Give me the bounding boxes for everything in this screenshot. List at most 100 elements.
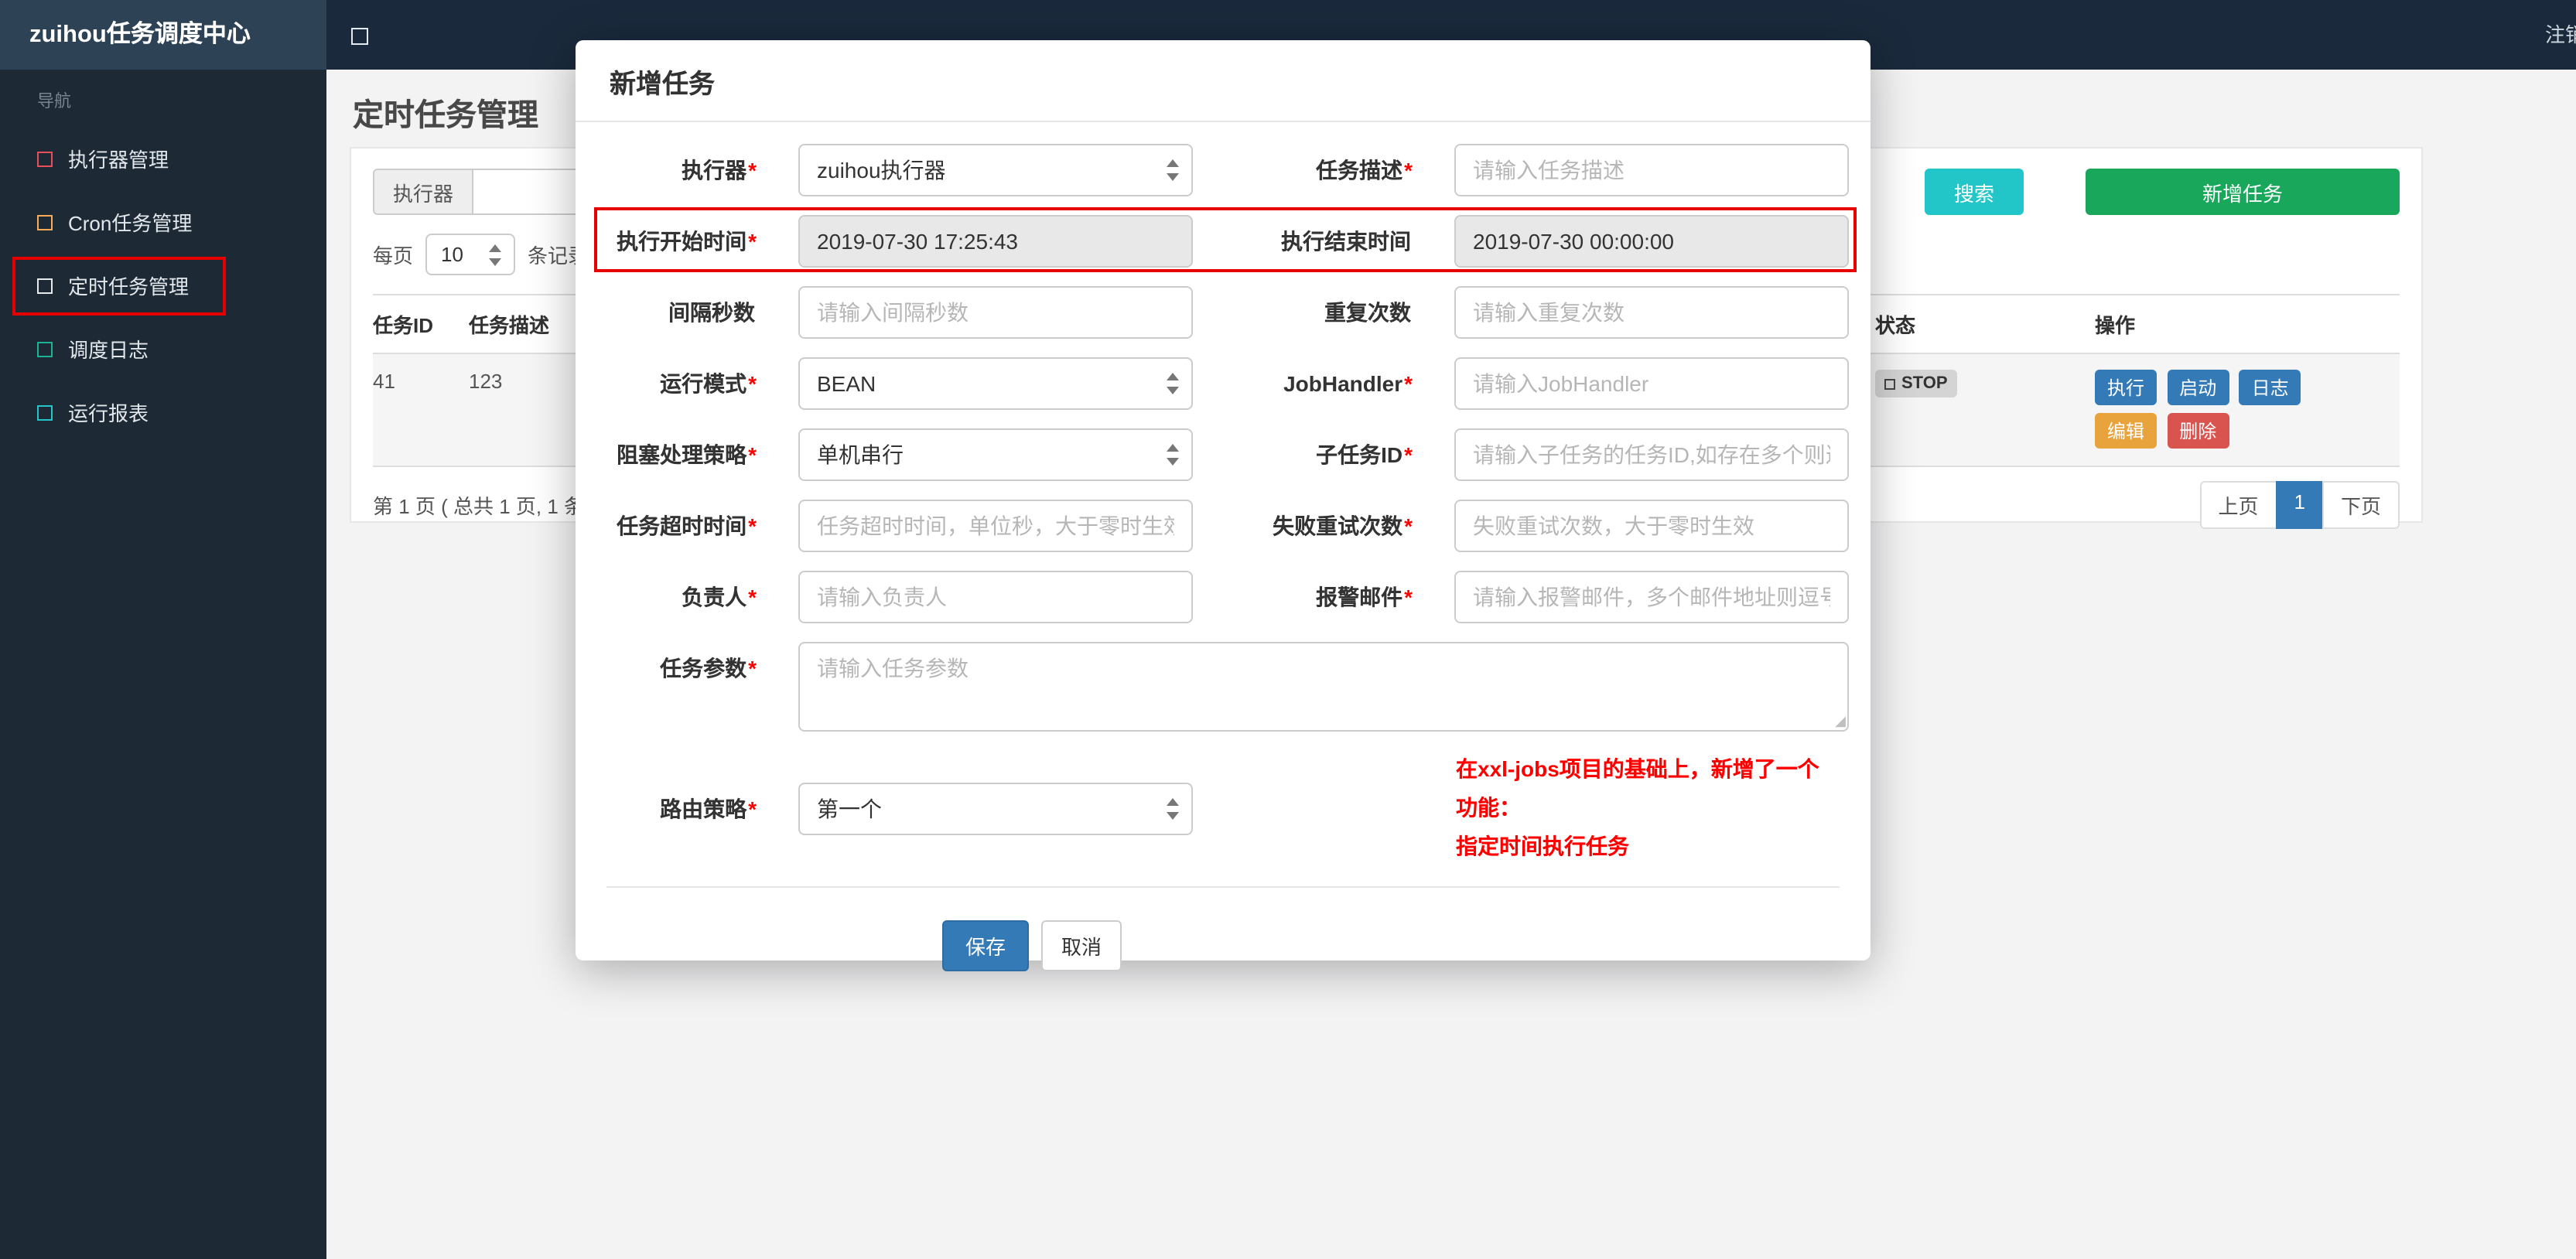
status-badge: STOP [1875, 370, 1957, 397]
form-row-2: 执行开始时间* 执行结束时间 [606, 215, 1849, 268]
alarm-email-label: 报警邮件 * [1316, 585, 1413, 609]
cell-actions: 执行 启动 日志 编辑 删除 [2095, 353, 2400, 467]
timed-task-icon [37, 278, 53, 293]
retry-count-label: 失败重试次数 * [1273, 513, 1413, 538]
pagination-page-1[interactable]: 1 [2275, 481, 2324, 529]
job-desc-input[interactable] [1454, 144, 1849, 196]
repeat-count-input[interactable] [1454, 286, 1849, 339]
executor-label: 执行器 * [682, 158, 757, 183]
cancel-button[interactable]: 取消 [1041, 920, 1122, 971]
add-task-button[interactable]: 新增任务 [2086, 169, 2400, 215]
form-row-4: 运行模式 * BEAN JobHandler * [606, 357, 1849, 410]
block-strategy-select[interactable]: 单机串行 [798, 428, 1193, 481]
action-execute-button[interactable]: 执行 [2095, 370, 2157, 405]
sidebar-item-label: 执行器管理 [68, 148, 169, 172]
logout-link[interactable]: 注销 [2545, 0, 2576, 70]
child-job-input[interactable] [1454, 428, 1849, 481]
select-arrows-icon [1165, 797, 1180, 820]
end-time-input[interactable] [1454, 215, 1849, 268]
sidebar-item-executor-manage[interactable]: 执行器管理 [0, 127, 326, 190]
retry-count-input[interactable] [1454, 500, 1849, 552]
job-param-textarea[interactable] [798, 642, 1849, 732]
dispatch-log-icon [37, 341, 53, 357]
form-row-6: 任务超时时间* 失败重试次数* [606, 500, 1849, 552]
sidebar-item-label: Cron任务管理 [68, 212, 193, 235]
route-strategy-label: 路由策略 * [660, 796, 757, 821]
sidebar-item-cron-task-manage[interactable]: Cron任务管理 [0, 190, 326, 254]
status-text: STOP [1901, 374, 1948, 393]
search-button[interactable]: 搜索 [1924, 169, 2024, 215]
modal-body: 执行器* zuihou执行器 任务描述* 执行开始时间* 执行结束时间 [576, 122, 1871, 971]
action-start-button[interactable]: 启动 [2167, 370, 2229, 405]
sidebar-nav-label: 导航 [37, 93, 71, 111]
form-row-7: 负责人* 报警邮件* [606, 571, 1849, 623]
sidebar-item-run-report[interactable]: 运行报表 [0, 380, 326, 444]
sidebar-menu: 执行器管理 Cron任务管理 定时任务管理 调度日志 运行报表 [0, 127, 326, 444]
modal-footer: 保存 取消 [606, 887, 1840, 971]
col-actions: 操作 [2095, 294, 2400, 354]
action-log-button[interactable]: 日志 [2239, 370, 2301, 405]
alarm-email-input[interactable] [1454, 571, 1849, 623]
action-delete-button[interactable]: 删除 [2167, 413, 2229, 449]
timeout-input[interactable] [798, 500, 1193, 552]
per-page-prefix: 每页 [373, 244, 414, 268]
cron-task-icon [37, 214, 53, 230]
owner-input[interactable] [798, 571, 1193, 623]
select-arrows-icon [1165, 159, 1180, 181]
cell-task-id: 41 [373, 353, 469, 467]
select-arrows-icon [1165, 444, 1180, 466]
jobhandler-input[interactable] [1454, 357, 1849, 410]
form-row-3: 间隔秒数 重复次数 [606, 286, 1849, 339]
run-mode-select[interactable]: BEAN [798, 357, 1193, 410]
start-time-label: 执行开始时间 * [617, 229, 757, 254]
owner-label: 负责人 * [682, 585, 757, 609]
feature-note: 在xxl-jobs项目的基础上，新增了一个功能： 指定时间执行任务 [1456, 750, 1840, 867]
pagination: 上页 1 下页 [2199, 481, 2400, 529]
sidebar-item-dispatch-log[interactable]: 调度日志 [0, 317, 326, 380]
add-task-modal: 新增任务 执行器* zuihou执行器 任务描述* 执行开始时间* [576, 40, 1871, 971]
save-button[interactable]: 保存 [942, 920, 1030, 971]
route-strategy-select[interactable]: 第一个 [798, 782, 1193, 835]
interval-input[interactable] [798, 286, 1193, 339]
run-mode-label: 运行模式 * [660, 371, 757, 396]
select-arrows-icon [487, 244, 503, 265]
pagination-next[interactable]: 下页 [2321, 481, 2400, 529]
sidebar: 导航 执行器管理 Cron任务管理 定时任务管理 调度日志 运行报表 [0, 70, 326, 1259]
modal-title: 新增任务 [576, 40, 1871, 122]
executor-filter-addon: 执行器 [373, 169, 473, 215]
action-edit-button[interactable]: 编辑 [2095, 413, 2157, 449]
stop-icon [1884, 378, 1895, 389]
select-arrows-icon [1165, 373, 1180, 394]
pagination-prev[interactable]: 上页 [2199, 481, 2277, 529]
page-title: 定时任务管理 [353, 99, 538, 133]
form-row-9: 路由策略 * 第一个 在xxl-jobs项目的基础上，新增了一个功能： 指定时间执… [606, 750, 1840, 867]
job-param-label: 任务参数 * [660, 656, 757, 681]
col-status: 状态 [1875, 294, 2095, 354]
per-page-value: 10 [441, 243, 463, 266]
form-row-5: 阻塞处理策略 * 单机串行 子任务ID * [606, 428, 1849, 481]
run-report-icon [37, 404, 53, 420]
sidebar-item-label: 定时任务管理 [68, 275, 190, 299]
cell-status: STOP [1875, 353, 2095, 467]
job-desc-label: 任务描述 * [1316, 158, 1413, 183]
app-root: zuihou任务调度中心 注销 导航 执行器管理 Cron任务管理 定时任务管理… [0, 0, 2576, 1259]
col-task-id: 任务ID [373, 294, 469, 354]
per-page-select[interactable]: 10 [425, 234, 516, 275]
form-row-1: 执行器 * zuihou执行器 任务描述 * [606, 144, 1849, 196]
feature-note-line2: 指定时间执行任务 [1456, 834, 1629, 859]
executor-manage-icon [37, 151, 53, 166]
end-time-label: 执行结束时间 [1281, 229, 1411, 254]
sidebar-item-timed-task-manage[interactable]: 定时任务管理 [0, 254, 326, 317]
executor-select[interactable]: zuihou执行器 [798, 144, 1193, 196]
action-line-1: 执行 启动 日志 [2095, 370, 2387, 413]
start-time-input[interactable] [798, 215, 1193, 268]
sidebar-toggle-icon[interactable] [351, 28, 368, 45]
timeout-label: 任务超时时间 * [617, 513, 757, 538]
app-brand: zuihou任务调度中心 [0, 0, 326, 70]
repeat-count-label: 重复次数 [1324, 300, 1411, 325]
form-row-8: 任务参数* ◢ [606, 642, 1849, 732]
block-strategy-label: 阻塞处理策略 * [617, 442, 757, 467]
feature-note-line1: 在xxl-jobs项目的基础上，新增了一个功能： [1456, 756, 1819, 821]
child-job-label: 子任务ID * [1316, 442, 1413, 467]
jobhandler-label: JobHandler * [1283, 371, 1413, 396]
